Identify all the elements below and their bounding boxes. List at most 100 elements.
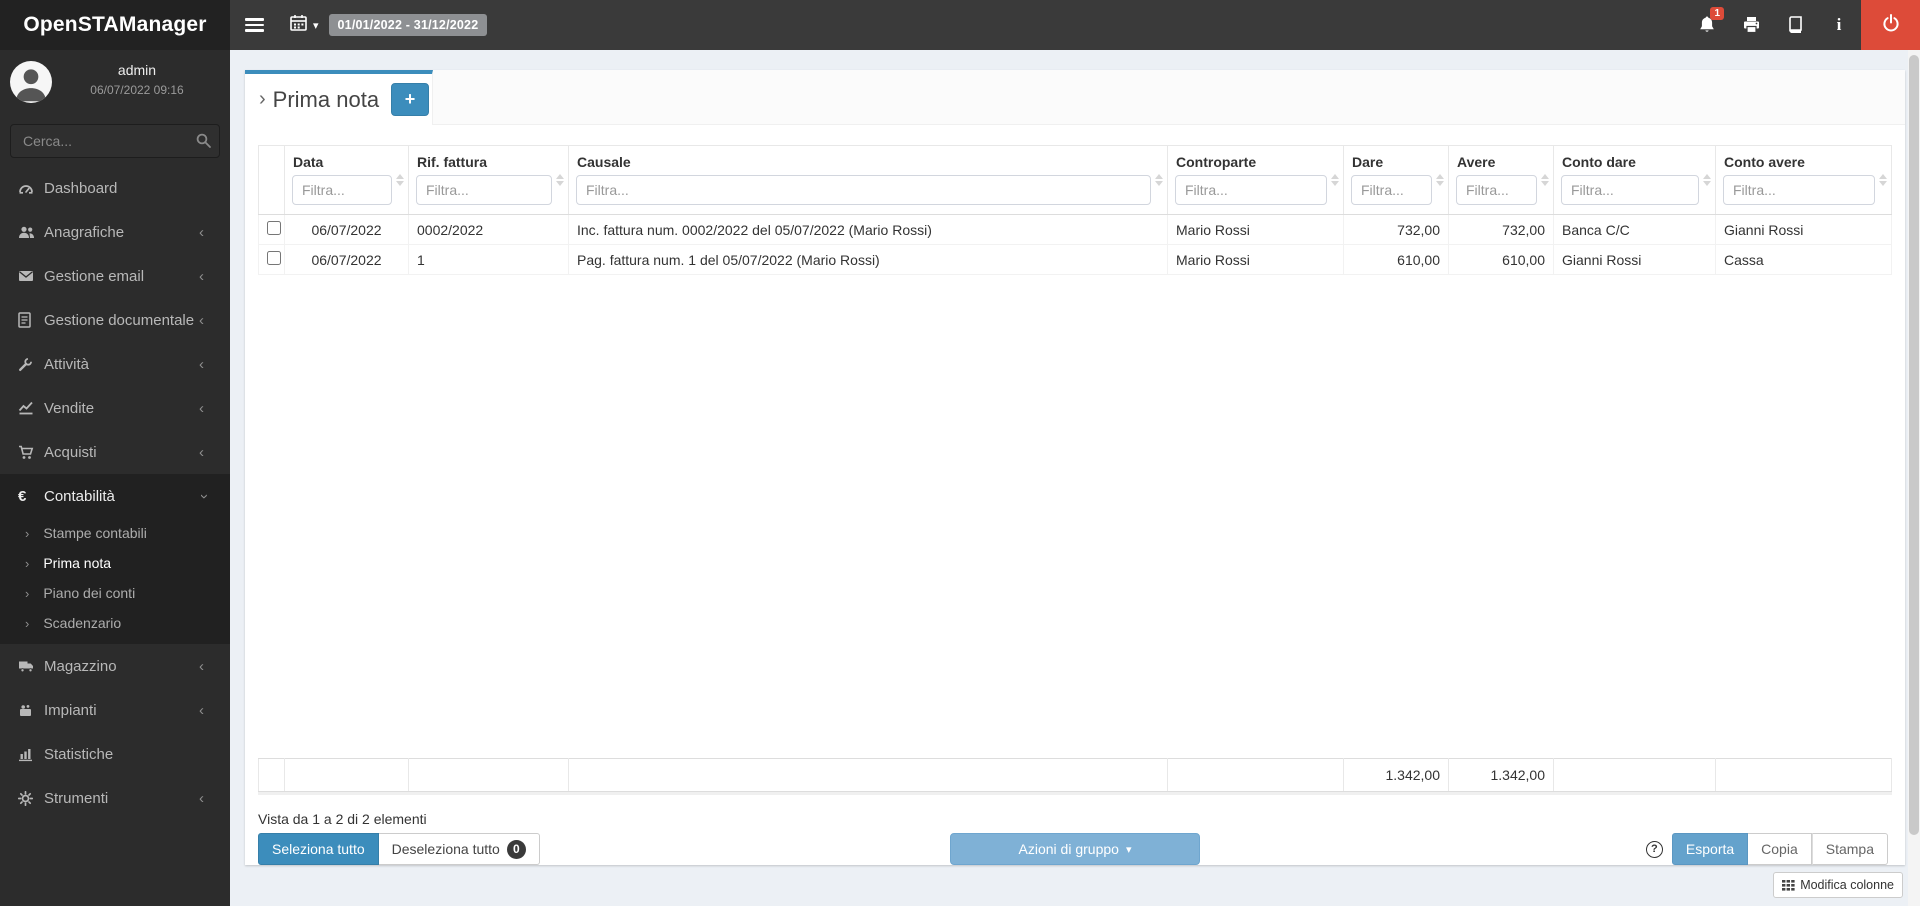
table-row[interactable]: 06/07/2022 0002/2022 Inc. fattura num. 0… [258, 214, 1892, 245]
print-button[interactable] [1729, 0, 1773, 50]
sidebar-item-contabilita[interactable]: € Contabilità › [0, 474, 230, 518]
col-header-avere[interactable]: Avere [1448, 145, 1554, 215]
sort-arrows-icon[interactable] [1155, 172, 1164, 188]
document-icon [18, 312, 44, 328]
tab-prima-nota[interactable]: › Prima nota + [245, 70, 433, 125]
filter-conto-dare-input[interactable] [1561, 175, 1699, 205]
info-button[interactable]: i [1817, 0, 1861, 50]
search-icon[interactable] [195, 132, 212, 154]
sort-arrows-icon[interactable] [396, 172, 405, 188]
chevron-down-icon: ▾ [313, 19, 319, 32]
notifications-button[interactable]: 1 [1685, 0, 1729, 50]
sidebar-item-piano-dei-conti[interactable]: › Piano dei conti [0, 578, 230, 608]
date-range-badge[interactable]: 01/01/2022 - 31/12/2022 [328, 14, 488, 36]
edit-columns-button[interactable]: Modifica colonne [1773, 872, 1903, 898]
navbar-left: ▾ 01/01/2022 - 31/12/2022 [230, 0, 488, 50]
column-label: Dare [1352, 154, 1384, 170]
sidebar-item-stampe-contabili[interactable]: › Stampe contabili [0, 518, 230, 548]
chevron-left-icon: ‹ [199, 311, 204, 329]
table-area: Data Rif. fattura Causale [245, 125, 1905, 866]
col-header-conto-avere[interactable]: Conto avere [1715, 145, 1892, 215]
col-header-data[interactable]: Data [284, 145, 409, 215]
col-header-rif-fattura[interactable]: Rif. fattura [408, 145, 569, 215]
sidebar-item-strumenti[interactable]: Strumenti ‹ [0, 776, 230, 820]
app-logo[interactable]: OpenSTAManager [0, 0, 230, 50]
selection-buttons: Seleziona tutto Deseleziona tutto 0 [258, 833, 540, 865]
column-label: Conto dare [1562, 154, 1636, 170]
sort-arrows-icon[interactable] [1879, 172, 1888, 188]
sidebar-section-contabilita: € Contabilità › › Stampe contabili › Pri… [0, 474, 230, 644]
row-checkbox[interactable] [267, 221, 281, 235]
table-row[interactable]: 06/07/2022 1 Pag. fattura num. 1 del 05/… [258, 244, 1892, 275]
calendar-button[interactable]: ▾ [279, 0, 323, 50]
chevron-right-icon: › [259, 88, 266, 110]
col-header-conto-dare[interactable]: Conto dare [1553, 145, 1716, 215]
sidebar-item-magazzino[interactable]: Magazzino ‹ [0, 644, 230, 688]
print-table-button[interactable]: Stampa [1811, 833, 1888, 865]
sidebar-item-anagrafiche[interactable]: Anagrafiche ‹ [0, 210, 230, 254]
sidebar-item-gestione-email[interactable]: Gestione email ‹ [0, 254, 230, 298]
sort-arrows-icon[interactable] [1331, 172, 1340, 188]
add-record-button[interactable]: + [391, 83, 430, 116]
sidebar-item-dashboard[interactable]: Dashboard [0, 166, 230, 210]
cell-controparte: Mario Rossi [1167, 244, 1344, 275]
cart-icon [18, 445, 44, 460]
chevron-right-icon: › [25, 615, 30, 631]
table-bottom-divider [258, 792, 1892, 795]
filter-dare-input[interactable] [1351, 175, 1432, 205]
sidebar-item-impianti[interactable]: Impianti ‹ [0, 688, 230, 732]
scrollbar-thumb[interactable] [1909, 55, 1919, 835]
sidebar-item-gestione-documentale[interactable]: Gestione documentale ‹ [0, 298, 230, 342]
top-navbar: OpenSTAManager ▾ 01/01/2022 - 31/12/2022… [0, 0, 1920, 50]
cell-dare: 732,00 [1343, 214, 1449, 245]
cell-rif-fattura: 0002/2022 [408, 214, 569, 245]
sidebar-item-attivita[interactable]: Attività ‹ [0, 342, 230, 386]
logout-button[interactable] [1861, 0, 1920, 50]
cell-conto-dare: Gianni Rossi [1553, 244, 1716, 275]
filter-causale-input[interactable] [576, 175, 1151, 205]
filter-data-input[interactable] [292, 175, 392, 205]
group-actions-wrap: Azioni di gruppo ▾ [950, 833, 1200, 865]
sidebar-item-acquisti[interactable]: Acquisti ‹ [0, 430, 230, 474]
docs-button[interactable] [1773, 0, 1817, 50]
sort-arrows-icon[interactable] [556, 172, 565, 188]
search-input[interactable] [10, 124, 220, 158]
edit-columns-label: Modifica colonne [1800, 878, 1894, 892]
avatar[interactable] [10, 61, 52, 103]
sidebar-item-scadenzario[interactable]: › Scadenzario [0, 608, 230, 638]
filter-conto-avere-input[interactable] [1723, 175, 1875, 205]
filter-rif-fattura-input[interactable] [416, 175, 552, 205]
row-checkbox[interactable] [267, 251, 281, 265]
copy-button[interactable]: Copia [1748, 833, 1812, 865]
filter-avere-input[interactable] [1456, 175, 1537, 205]
chart-line-icon [18, 401, 44, 415]
user-datetime: 06/07/2022 09:16 [90, 83, 184, 97]
group-actions-button[interactable]: Azioni di gruppo ▾ [950, 833, 1200, 865]
export-button[interactable]: Esporta [1671, 833, 1749, 865]
book-icon [1786, 16, 1805, 34]
col-header-causale[interactable]: Causale [568, 145, 1168, 215]
power-icon [1881, 13, 1901, 38]
select-all-button[interactable]: Seleziona tutto [258, 833, 379, 865]
chevron-left-icon: ‹ [199, 657, 204, 675]
filter-controparte-input[interactable] [1175, 175, 1327, 205]
sort-arrows-icon[interactable] [1436, 172, 1445, 188]
users-icon [18, 225, 44, 239]
chevron-left-icon: ‹ [199, 223, 204, 241]
col-header-dare[interactable]: Dare [1343, 145, 1449, 215]
sidebar-item-statistiche[interactable]: Statistiche [0, 732, 230, 776]
deselect-all-button[interactable]: Deseleziona tutto 0 [378, 833, 540, 865]
sidebar-item-vendite[interactable]: Vendite ‹ [0, 386, 230, 430]
sort-arrows-icon[interactable] [1541, 172, 1550, 188]
col-header-controparte[interactable]: Controparte [1167, 145, 1344, 215]
gear-icon [18, 790, 44, 806]
hamburger-icon [245, 15, 264, 35]
user-info: admin 06/07/2022 09:16 [62, 62, 212, 97]
total-empty [258, 758, 285, 792]
total-empty [284, 758, 409, 792]
scrollbar[interactable] [1908, 50, 1920, 906]
sidebar-toggle-button[interactable] [230, 0, 279, 50]
sidebar-item-prima-nota[interactable]: › Prima nota [0, 548, 230, 578]
sort-arrows-icon[interactable] [1703, 172, 1712, 188]
help-icon[interactable]: ? [1645, 840, 1663, 858]
